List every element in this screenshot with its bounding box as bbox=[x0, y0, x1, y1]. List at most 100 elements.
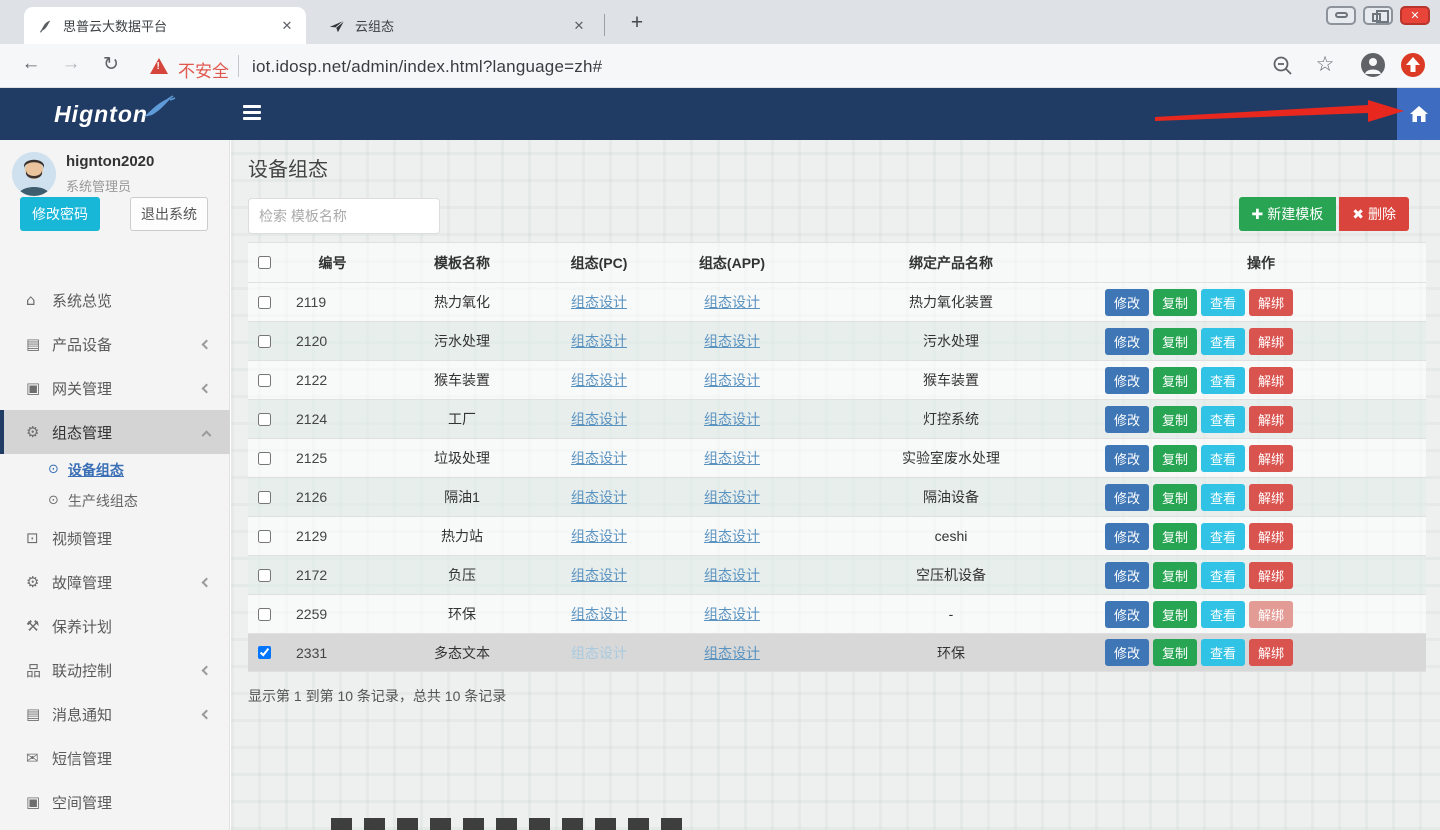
copy-action-button[interactable]: 复制 bbox=[1153, 484, 1197, 511]
copy-action-button[interactable]: 复制 bbox=[1153, 639, 1197, 666]
pc-config-link[interactable]: 组态设计 bbox=[571, 528, 627, 544]
menu-toggle-icon[interactable] bbox=[243, 105, 263, 121]
logout-button[interactable]: 退出系统 bbox=[130, 197, 208, 231]
delete-button[interactable]: ✖删除 bbox=[1339, 197, 1409, 231]
edit-action-button[interactable]: 修改 bbox=[1105, 562, 1149, 589]
sidebar-subitem-0[interactable]: ⊙设备组态 bbox=[0, 454, 230, 485]
view-action-button[interactable]: 查看 bbox=[1201, 601, 1245, 628]
row-checkbox[interactable] bbox=[258, 530, 271, 543]
tab-close-icon[interactable]: ✕ bbox=[570, 18, 588, 34]
sidebar-item-8[interactable]: ▤消息通知 bbox=[0, 692, 230, 736]
unbind-action-button[interactable]: 解绑 bbox=[1249, 406, 1293, 433]
copy-action-button[interactable]: 复制 bbox=[1153, 601, 1197, 628]
row-checkbox[interactable] bbox=[258, 569, 271, 582]
edit-action-button[interactable]: 修改 bbox=[1105, 601, 1149, 628]
edit-action-button[interactable]: 修改 bbox=[1105, 328, 1149, 355]
pc-config-link[interactable]: 组态设计 bbox=[571, 450, 627, 466]
url-text[interactable]: iot.idosp.net/admin/index.html?language=… bbox=[252, 57, 602, 77]
row-checkbox[interactable] bbox=[258, 452, 271, 465]
back-icon[interactable]: ← bbox=[18, 53, 44, 75]
sidebar-item-1[interactable]: ▤产品设备 bbox=[0, 322, 230, 366]
pc-config-link[interactable]: 组态设计 bbox=[571, 372, 627, 388]
tab-close-icon[interactable]: ✕ bbox=[278, 18, 296, 34]
security-label[interactable]: 不安全 bbox=[178, 57, 229, 82]
unbind-action-button[interactable]: 解绑 bbox=[1249, 289, 1293, 316]
new-tab-button[interactable]: + bbox=[622, 9, 652, 39]
row-checkbox[interactable] bbox=[258, 335, 271, 348]
edit-action-button[interactable]: 修改 bbox=[1105, 445, 1149, 472]
view-action-button[interactable]: 查看 bbox=[1201, 289, 1245, 316]
pc-config-link[interactable]: 组态设计 bbox=[571, 606, 627, 622]
row-checkbox[interactable] bbox=[258, 608, 271, 621]
unbind-action-button[interactable]: 解绑 bbox=[1249, 523, 1293, 550]
edit-action-button[interactable]: 修改 bbox=[1105, 639, 1149, 666]
unbind-action-button[interactable]: 解绑 bbox=[1249, 562, 1293, 589]
unbind-action-button[interactable]: 解绑 bbox=[1249, 484, 1293, 511]
pc-config-link[interactable]: 组态设计 bbox=[571, 489, 627, 505]
row-checkbox[interactable] bbox=[258, 646, 271, 659]
view-action-button[interactable]: 查看 bbox=[1201, 406, 1245, 433]
row-checkbox[interactable] bbox=[258, 374, 271, 387]
view-action-button[interactable]: 查看 bbox=[1201, 328, 1245, 355]
select-all-checkbox[interactable] bbox=[258, 256, 271, 269]
bookmark-star-icon[interactable]: ☆ bbox=[1312, 52, 1338, 77]
new-template-button[interactable]: ✚新建模板 bbox=[1239, 197, 1337, 231]
browser-tab-2[interactable]: 云组态 ✕ bbox=[316, 7, 598, 44]
search-input[interactable] bbox=[248, 198, 440, 234]
copy-action-button[interactable]: 复制 bbox=[1153, 445, 1197, 472]
edit-action-button[interactable]: 修改 bbox=[1105, 289, 1149, 316]
unbind-action-button[interactable]: 解绑 bbox=[1249, 367, 1293, 394]
forward-icon[interactable]: → bbox=[58, 53, 84, 75]
pc-config-link[interactable]: 组态设计 bbox=[571, 567, 627, 583]
unbind-action-button[interactable]: 解绑 bbox=[1249, 601, 1293, 628]
view-action-button[interactable]: 查看 bbox=[1201, 484, 1245, 511]
bigdata-home-button[interactable] bbox=[1397, 88, 1440, 140]
restore-button[interactable] bbox=[1363, 6, 1393, 25]
app-config-link[interactable]: 组态设计 bbox=[704, 606, 760, 622]
reload-icon[interactable]: ↻ bbox=[98, 53, 124, 76]
app-config-link[interactable]: 组态设计 bbox=[704, 411, 760, 427]
app-config-link[interactable]: 组态设计 bbox=[704, 489, 760, 505]
app-config-link[interactable]: 组态设计 bbox=[704, 528, 760, 544]
app-config-link[interactable]: 组态设计 bbox=[704, 450, 760, 466]
unbind-action-button[interactable]: 解绑 bbox=[1249, 445, 1293, 472]
profile-icon[interactable] bbox=[1360, 52, 1386, 78]
sidebar-item-2[interactable]: ▣网关管理 bbox=[0, 366, 230, 410]
edit-action-button[interactable]: 修改 bbox=[1105, 523, 1149, 550]
sidebar-item-5[interactable]: ⚙故障管理 bbox=[0, 560, 230, 604]
pc-config-link[interactable]: 组态设计 bbox=[571, 333, 627, 349]
zoom-out-icon[interactable] bbox=[1272, 55, 1294, 77]
view-action-button[interactable]: 查看 bbox=[1201, 523, 1245, 550]
copy-action-button[interactable]: 复制 bbox=[1153, 367, 1197, 394]
sidebar-item-7[interactable]: 品联动控制 bbox=[0, 648, 230, 692]
unbind-action-button[interactable]: 解绑 bbox=[1249, 639, 1293, 666]
sidebar-item-9[interactable]: ✉短信管理 bbox=[0, 736, 230, 780]
sidebar-item-0[interactable]: ⌂系统总览 bbox=[0, 278, 230, 322]
pc-config-link[interactable]: 组态设计 bbox=[571, 645, 627, 661]
app-config-link[interactable]: 组态设计 bbox=[704, 372, 760, 388]
app-config-link[interactable]: 组态设计 bbox=[704, 645, 760, 661]
view-action-button[interactable]: 查看 bbox=[1201, 367, 1245, 394]
edit-action-button[interactable]: 修改 bbox=[1105, 406, 1149, 433]
row-checkbox[interactable] bbox=[258, 413, 271, 426]
unbind-action-button[interactable]: 解绑 bbox=[1249, 328, 1293, 355]
view-action-button[interactable]: 查看 bbox=[1201, 639, 1245, 666]
extension-up-icon[interactable] bbox=[1400, 52, 1426, 78]
app-config-link[interactable]: 组态设计 bbox=[704, 294, 760, 310]
sidebar-item-10[interactable]: ▣空间管理 bbox=[0, 780, 230, 824]
copy-action-button[interactable]: 复制 bbox=[1153, 523, 1197, 550]
row-checkbox[interactable] bbox=[258, 491, 271, 504]
app-config-link[interactable]: 组态设计 bbox=[704, 567, 760, 583]
copy-action-button[interactable]: 复制 bbox=[1153, 289, 1197, 316]
sidebar-item-3[interactable]: ⚙组态管理 bbox=[0, 410, 230, 454]
copy-action-button[interactable]: 复制 bbox=[1153, 562, 1197, 589]
copy-action-button[interactable]: 复制 bbox=[1153, 406, 1197, 433]
minimize-button[interactable] bbox=[1326, 6, 1356, 25]
app-config-link[interactable]: 组态设计 bbox=[704, 333, 760, 349]
pc-config-link[interactable]: 组态设计 bbox=[571, 294, 627, 310]
row-checkbox[interactable] bbox=[258, 296, 271, 309]
close-button[interactable]: ✕ bbox=[1400, 6, 1430, 25]
pc-config-link[interactable]: 组态设计 bbox=[571, 411, 627, 427]
browser-tab-1[interactable]: 思普云大数据平台 ✕ bbox=[24, 7, 306, 44]
view-action-button[interactable]: 查看 bbox=[1201, 445, 1245, 472]
